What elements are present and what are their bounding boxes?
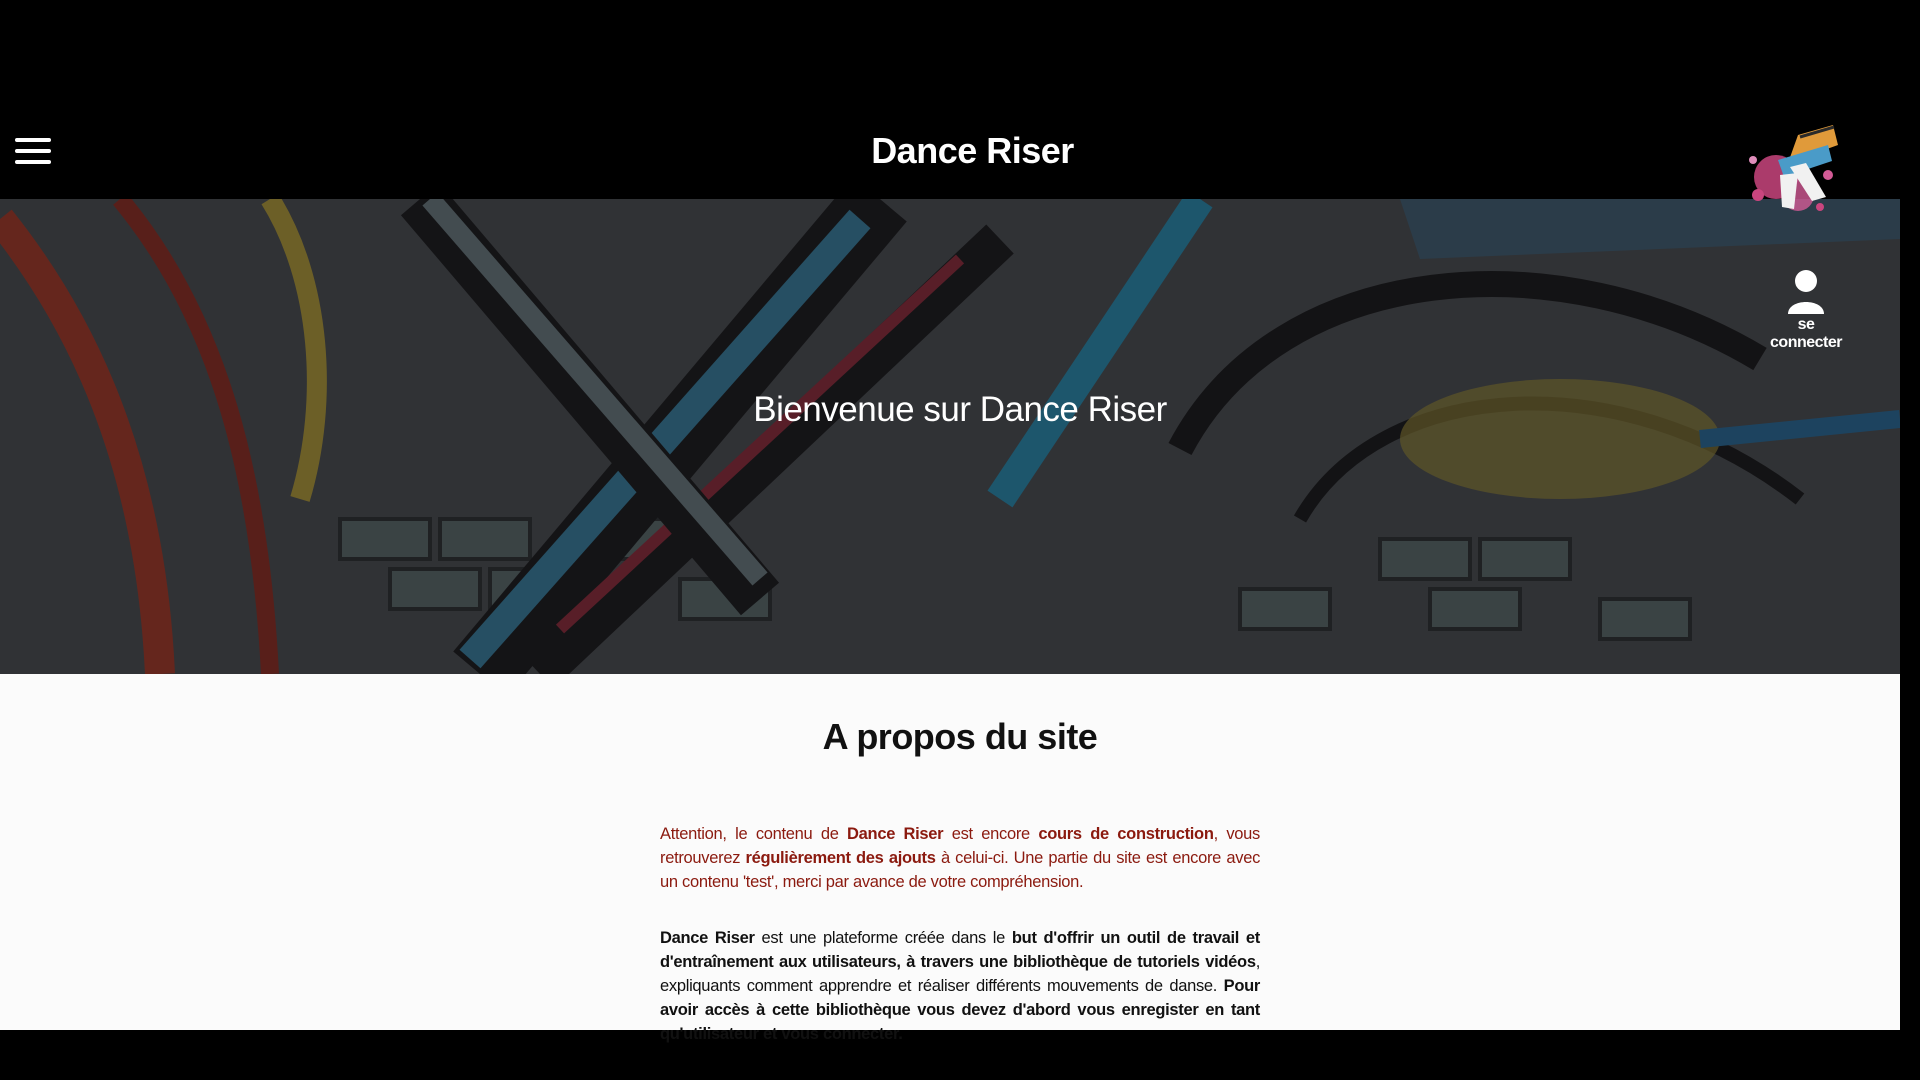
site-title[interactable]: Dance Riser [0,130,1920,172]
about-title: A propos du site [822,716,1098,757]
hero-banner [0,199,1900,674]
graffiti-background [0,199,1900,674]
user-icon [1788,270,1824,314]
emphasis: Dance Riser [847,825,944,843]
emphasis: Dance Riser [660,929,755,947]
warning-paragraph: Attention, le contenu de Dance Riser est… [660,822,1260,894]
text: est encore [943,825,1039,843]
text: est une plateforme créée dans le [754,929,1012,947]
text: Attention, le contenu de [660,825,848,843]
emphasis: cours de construction [1038,825,1214,843]
dance-riser-logo[interactable] [1728,115,1863,230]
emphasis: régulièrement des ajouts [745,849,936,867]
login-button[interactable]: se connecter [1762,268,1850,352]
hero-title: Bienvenue sur Dance Riser [753,390,1167,429]
description-paragraph: Dance Riser est une plateforme créée dan… [660,926,1260,1046]
login-label: se connecter [1770,316,1842,351]
